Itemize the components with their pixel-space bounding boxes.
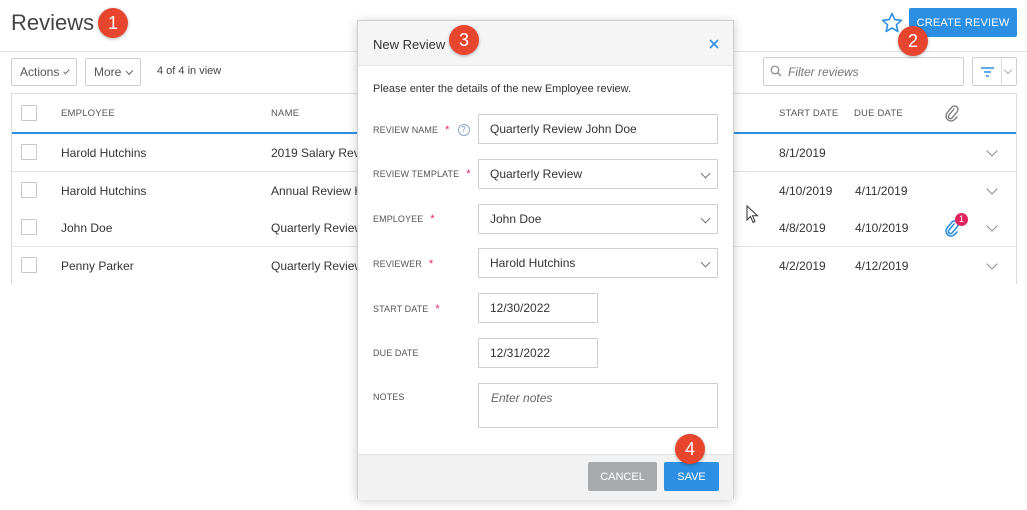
column-name[interactable]: NAME — [271, 108, 299, 119]
review-template-label: REVIEW TEMPLATE * — [373, 168, 471, 180]
chevron-down-icon — [700, 213, 711, 224]
row-checkbox[interactable] — [21, 182, 37, 198]
review-template-value: Quarterly Review — [490, 167, 583, 181]
callout-1: 1 — [98, 8, 128, 38]
cell-start-date: 8/1/2019 — [779, 146, 826, 160]
due-date-label: DUE DATE — [373, 348, 419, 358]
cell-employee: Harold Hutchins — [61, 146, 147, 160]
row-checkbox[interactable] — [21, 144, 37, 160]
close-icon[interactable] — [707, 37, 721, 51]
cell-start-date: 4/10/2019 — [779, 184, 833, 198]
cell-name[interactable]: Quarterly Review — [271, 259, 363, 273]
filter-reviews-input[interactable] — [763, 57, 964, 86]
employee-select[interactable]: John Doe — [478, 204, 718, 234]
cell-name[interactable]: Quarterly Review — [271, 221, 363, 235]
modal-footer: CANCEL SAVE — [358, 454, 733, 500]
page-title: Reviews — [11, 10, 95, 35]
required-marker: * — [430, 213, 435, 225]
cancel-button[interactable]: CANCEL — [588, 462, 657, 491]
employee-label: EMPLOYEE * — [373, 213, 435, 225]
chevron-down-icon — [125, 66, 134, 75]
reviewer-label-text: REVIEWER — [373, 259, 422, 269]
cell-start-date: 4/2/2019 — [779, 259, 826, 273]
filter-button[interactable] — [972, 57, 1017, 86]
new-review-modal: New Review Please enter the details of t… — [357, 20, 734, 500]
employee-value: John Doe — [490, 212, 542, 226]
more-label: More — [94, 65, 122, 79]
cell-name[interactable]: 2019 Salary Revie — [271, 146, 369, 160]
callout-2: 2 — [898, 26, 928, 56]
cell-start-date: 4/8/2019 — [779, 221, 826, 235]
cell-employee: John Doe — [61, 221, 113, 235]
cell-due-date: 4/12/2019 — [855, 259, 909, 273]
cell-employee: Harold Hutchins — [61, 184, 147, 198]
select-all-checkbox[interactable] — [21, 105, 37, 121]
notes-textarea[interactable]: Enter notes — [478, 383, 718, 428]
employee-label-text: EMPLOYEE — [373, 214, 424, 224]
review-name-value: Quarterly Review John Doe — [490, 122, 637, 136]
expand-row-chevron-icon[interactable] — [986, 220, 998, 232]
row-checkbox[interactable] — [21, 257, 37, 273]
review-name-label-text: REVIEW NAME — [373, 125, 439, 135]
required-marker: * — [466, 168, 471, 180]
actions-label: Actions — [20, 65, 60, 79]
filter-separator — [1001, 58, 1002, 85]
notes-placeholder: Enter notes — [491, 391, 553, 405]
column-employee[interactable]: EMPLOYEE — [61, 108, 115, 119]
attachment-count-badge: 1 — [955, 213, 968, 226]
due-date-value: 12/31/2022 — [490, 346, 551, 360]
chevron-down-icon — [63, 67, 70, 74]
attachment-column-icon — [945, 105, 959, 126]
modal-title: New Review — [373, 37, 446, 52]
expand-row-chevron-icon[interactable] — [986, 145, 998, 157]
chevron-down-icon — [700, 168, 711, 179]
cell-employee: Penny Parker — [61, 259, 134, 273]
required-marker: * — [445, 124, 450, 136]
column-start-date[interactable]: START DATE — [779, 108, 838, 119]
chevron-down-icon[interactable] — [1003, 65, 1013, 75]
reviewer-label: REVIEWER * — [373, 258, 433, 270]
start-date-label: START DATE * — [373, 303, 440, 315]
save-button[interactable]: SAVE — [664, 462, 719, 491]
due-date-input[interactable]: 12/31/2022 — [478, 338, 598, 368]
reviewer-value: Harold Hutchins — [490, 256, 576, 270]
review-template-label-text: REVIEW TEMPLATE — [373, 169, 460, 179]
cell-due-date: 4/11/2019 — [855, 184, 908, 198]
review-template-select[interactable]: Quarterly Review — [478, 159, 718, 189]
required-marker: * — [435, 303, 440, 315]
chevron-down-icon — [700, 257, 711, 268]
expand-row-chevron-icon[interactable] — [986, 183, 998, 195]
review-name-label: REVIEW NAME *? — [373, 124, 470, 136]
modal-intro-text: Please enter the details of the new Empl… — [373, 83, 632, 95]
modal-header: New Review — [358, 21, 733, 66]
search-icon — [770, 65, 782, 77]
expand-row-chevron-icon[interactable] — [986, 258, 998, 270]
in-view-count: 4 of 4 in view — [157, 65, 222, 77]
filter-lines-icon — [981, 67, 994, 77]
reviewer-select[interactable]: Harold Hutchins — [478, 248, 718, 278]
more-dropdown[interactable]: More — [85, 58, 141, 86]
start-date-label-text: START DATE — [373, 304, 429, 314]
help-icon[interactable]: ? — [457, 124, 470, 136]
notes-label-text: NOTES — [373, 392, 405, 402]
callout-4: 4 — [675, 434, 705, 464]
actions-dropdown[interactable]: Actions — [11, 58, 77, 86]
callout-3: 3 — [449, 25, 479, 55]
cell-due-date: 4/10/2019 — [855, 221, 909, 235]
mouse-cursor-icon — [746, 204, 760, 225]
column-due-date[interactable]: DUE DATE — [854, 108, 903, 119]
row-checkbox[interactable] — [21, 219, 37, 235]
required-marker: * — [428, 258, 434, 270]
start-date-value: 12/30/2022 — [490, 301, 551, 315]
due-date-label-text: DUE DATE — [373, 348, 419, 358]
start-date-input[interactable]: 12/30/2022 — [478, 293, 598, 323]
notes-label: NOTES — [373, 392, 405, 402]
review-name-input[interactable]: Quarterly Review John Doe — [478, 114, 718, 144]
